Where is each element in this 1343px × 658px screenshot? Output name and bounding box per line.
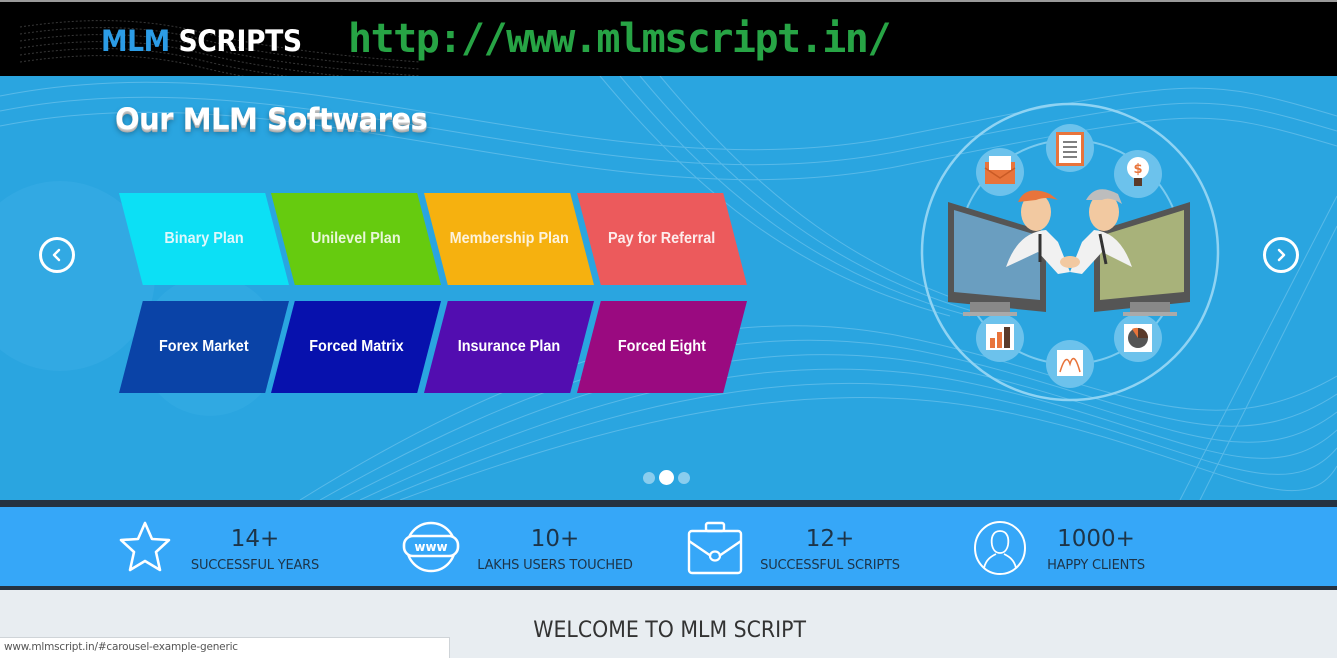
tile-label: Pay for Referral — [608, 230, 716, 247]
plan-tile-forced-eight[interactable]: Forced Eight — [577, 301, 747, 393]
carousel-title: Our MLM Softwares — [115, 102, 428, 136]
handshake-illustration: $ — [920, 102, 1220, 402]
svg-text:$: $ — [1133, 162, 1142, 177]
logo-mlm: MLM — [101, 24, 170, 58]
site-logo[interactable]: MLM SCRIPTS — [101, 24, 302, 58]
tile-label: Forced Matrix — [308, 338, 404, 355]
stat-label-years: SUCCESSFUL YEARS — [190, 558, 320, 573]
line-chart-icon — [1046, 340, 1094, 388]
dollar-lightbulb-icon: $ — [1114, 150, 1162, 198]
plan-tile-insurance[interactable]: Insurance Plan — [424, 301, 594, 393]
svg-text:www: www — [414, 540, 447, 554]
stat-label-scripts: SUCCESSFUL SCRIPTS — [760, 558, 900, 573]
carousel-indicators — [643, 470, 690, 485]
window-edge — [1337, 0, 1343, 658]
carousel-indicator-2-active[interactable] — [659, 470, 674, 485]
plan-tile-binary[interactable]: Binary Plan — [119, 193, 289, 285]
envelope-icon — [976, 148, 1024, 196]
tile-label: Membership Plan — [449, 230, 569, 247]
top-banner: MLM SCRIPTS http://www.mlmscript.in/ — [0, 0, 1343, 76]
carousel-prev-button[interactable] — [39, 237, 75, 273]
plan-tile-membership[interactable]: Membership Plan — [424, 193, 594, 285]
section-divider — [0, 500, 1337, 507]
stat-number-scripts: 12+ — [805, 526, 855, 552]
tile-label: Unilevel Plan — [311, 230, 401, 247]
stat-number-clients: 1000+ — [1057, 526, 1135, 552]
handshake — [1060, 256, 1080, 268]
plan-tile-unilevel[interactable]: Unilevel Plan — [271, 193, 441, 285]
chevron-right-icon — [1277, 248, 1286, 262]
page: MLM SCRIPTS http://www.mlmscript.in/ Our… — [0, 0, 1343, 658]
tile-label: Insurance Plan — [457, 338, 561, 355]
plan-tile-pay-for-referral[interactable]: Pay for Referral — [577, 193, 747, 285]
software-carousel: Our MLM Softwares Binary Plan Unilevel P… — [0, 76, 1337, 500]
url-banner: http://www.mlmscript.in/ — [348, 16, 891, 62]
stat-number-years: 14+ — [230, 526, 280, 552]
logo-scripts: SCRIPTS — [169, 24, 302, 58]
tile-label: Forced Eight — [617, 338, 707, 355]
tile-label: Forex Market — [159, 338, 249, 355]
stat-label-clients: HAPPY CLIENTS — [1047, 558, 1145, 573]
bar-chart-icon — [976, 314, 1024, 362]
plan-tile-forced-matrix[interactable]: Forced Matrix — [271, 301, 441, 393]
clipboard-icon — [1046, 124, 1094, 172]
stat-number-users: 10+ — [530, 526, 580, 552]
tile-label: Binary Plan — [164, 230, 244, 247]
plan-tile-forex-market[interactable]: Forex Market — [119, 301, 289, 393]
chevron-left-icon — [52, 248, 61, 262]
stats-strip: 14+ SUCCESSFUL YEARS www 10+ LAKHS USERS… — [0, 507, 1337, 586]
welcome-heading-text: WELCOME TO MLM SCRIPT — [533, 618, 807, 643]
carousel-indicator-3[interactable] — [678, 471, 690, 484]
carousel-next-button[interactable] — [1263, 237, 1299, 273]
pie-chart-icon — [1114, 314, 1162, 362]
stat-label-users: LAKHS USERS TOUCHED — [477, 558, 633, 573]
browser-status-bar: www.mlmscript.in/#carousel-example-gener… — [0, 637, 450, 658]
carousel-indicator-1[interactable] — [643, 471, 655, 484]
section-divider-bottom — [0, 586, 1337, 590]
